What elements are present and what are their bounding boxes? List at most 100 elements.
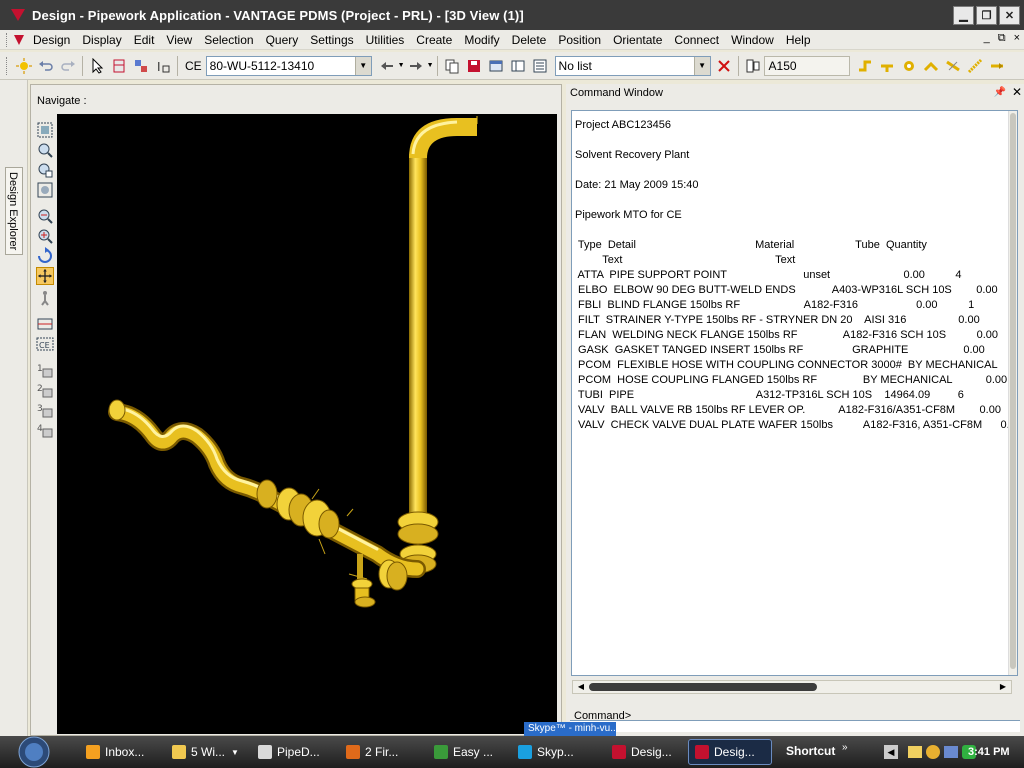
zoom-out-icon[interactable] xyxy=(36,207,54,225)
pipe-tool-icon[interactable] xyxy=(856,57,874,75)
clear-list-icon[interactable] xyxy=(715,57,733,75)
zoom-window-icon[interactable] xyxy=(36,161,54,179)
menu-help[interactable]: Help xyxy=(780,30,817,50)
zoom-icon[interactable] xyxy=(36,141,54,159)
menu-delete[interactable]: Delete xyxy=(506,30,553,50)
minimize-button[interactable]: ▁ xyxy=(953,6,974,25)
scroll-thumb[interactable] xyxy=(589,683,817,691)
copy-icon[interactable] xyxy=(443,57,461,75)
shortcut-toolbar[interactable]: Shortcut xyxy=(786,744,835,758)
save-icon[interactable] xyxy=(465,57,483,75)
menu-view[interactable]: View xyxy=(160,30,198,50)
app-icon xyxy=(172,745,186,759)
3d-viewport[interactable] xyxy=(57,114,557,734)
list-icon[interactable] xyxy=(531,57,549,75)
menu-create[interactable]: Create xyxy=(410,30,458,50)
chevron-down-icon[interactable]: ▼ xyxy=(693,56,710,75)
taskbar-task-label: Skyp... xyxy=(537,745,574,759)
flow-tool-icon[interactable] xyxy=(988,57,1006,75)
spec-field[interactable]: A150 xyxy=(763,55,850,76)
spec-icon[interactable] xyxy=(744,57,762,75)
vertical-scrollbar[interactable] xyxy=(1008,111,1017,675)
pan-icon[interactable] xyxy=(36,267,54,285)
limits-icon[interactable] xyxy=(36,315,54,333)
command-line: Command> xyxy=(566,706,1024,736)
command-input[interactable] xyxy=(570,720,1020,732)
sun-icon[interactable] xyxy=(15,57,33,75)
text-tool-icon[interactable]: I xyxy=(154,57,172,75)
panel-icon[interactable] xyxy=(509,57,527,75)
toolbar-grip[interactable] xyxy=(6,32,9,47)
menu-utilities[interactable]: Utilities xyxy=(360,30,411,50)
back-arrow-icon[interactable] xyxy=(378,57,396,75)
horizontal-scrollbar[interactable]: ◀ ▶ xyxy=(572,680,1012,694)
taskbar-task[interactable]: 5 Wi... ▼ xyxy=(166,739,248,765)
scroll-left-icon[interactable]: ◀ xyxy=(575,681,587,693)
command-output-line: Type Detail Material Tube Quantity xyxy=(575,239,927,251)
ce-limits-icon[interactable]: CE xyxy=(36,335,54,353)
taskbar-task[interactable]: Easy ... xyxy=(428,739,508,765)
saved-view-3-icon[interactable]: 3 xyxy=(36,401,54,419)
ce-value: 80-WU-5112-13410 xyxy=(209,58,315,73)
taskbar-task[interactable]: Desig... xyxy=(606,739,684,765)
menu-design[interactable]: Design xyxy=(27,30,76,50)
model-icon[interactable] xyxy=(132,57,150,75)
saved-view-2-icon[interactable]: 2 xyxy=(36,381,54,399)
forward-arrow-icon[interactable] xyxy=(407,57,425,75)
walk-icon[interactable] xyxy=(36,289,54,307)
restore-button[interactable]: ❐ xyxy=(976,6,997,25)
select-icon[interactable] xyxy=(110,57,128,75)
window-icon[interactable] xyxy=(487,57,505,75)
taskbar-task[interactable]: Skyp... xyxy=(512,739,602,765)
chevron-down-icon[interactable]: ▼ xyxy=(354,56,371,75)
pointer-icon[interactable] xyxy=(88,57,106,75)
menu-settings[interactable]: Settings xyxy=(304,30,359,50)
taskbar-task[interactable]: PipeD... xyxy=(252,739,336,765)
saved-view-1-icon[interactable]: 1 xyxy=(36,361,54,379)
zoom-selection-icon[interactable] xyxy=(36,181,54,199)
rotate-icon[interactable] xyxy=(36,247,54,265)
zoom-extents-icon[interactable] xyxy=(36,121,54,139)
route-tool-icon[interactable] xyxy=(966,57,984,75)
redo-icon[interactable] xyxy=(59,57,77,75)
disconnect-tool-icon[interactable] xyxy=(944,57,962,75)
menu-position[interactable]: Position xyxy=(552,30,607,50)
menu-display[interactable]: Display xyxy=(76,30,127,50)
connect-tool-icon[interactable] xyxy=(922,57,940,75)
start-button[interactable] xyxy=(12,736,56,768)
mdi-close-button[interactable]: × xyxy=(1014,32,1020,45)
taskbar-task[interactable]: 2 Fir... xyxy=(340,739,424,765)
chevron-down-icon[interactable]: ▼ xyxy=(231,748,239,757)
chevron-right-icon[interactable]: » xyxy=(842,742,848,753)
mail-icon[interactable] xyxy=(908,746,922,758)
network-icon[interactable] xyxy=(944,746,958,758)
taskbar-task[interactable]: Desig... xyxy=(688,739,772,765)
zoom-in-icon[interactable] xyxy=(36,227,54,245)
list-combo[interactable]: No list ▼ xyxy=(554,55,711,76)
taskbar: Inbox... 5 Wi... ▼ PipeD... 2 Fir... Easy ...… xyxy=(0,736,1024,768)
toolbar-grip[interactable] xyxy=(6,56,9,75)
tray-expand-icon[interactable]: ◀ xyxy=(884,745,898,759)
undo-icon[interactable] xyxy=(37,57,55,75)
messenger-icon[interactable] xyxy=(926,745,940,759)
pin-icon[interactable]: 📌 xyxy=(994,87,1006,98)
mdi-minimize-button[interactable]: _ xyxy=(984,32,990,45)
taskbar-task[interactable]: Inbox... xyxy=(80,739,160,765)
close-icon[interactable]: ✕ xyxy=(1012,85,1022,99)
component-tool-icon[interactable] xyxy=(900,57,918,75)
menu-query[interactable]: Query xyxy=(260,30,305,50)
command-output[interactable]: Project ABC123456 Solvent Recovery Plant D… xyxy=(571,110,1018,676)
branch-tool-icon[interactable] xyxy=(878,57,896,75)
menu-edit[interactable]: Edit xyxy=(128,30,161,50)
menu-window[interactable]: Window xyxy=(725,30,780,50)
ce-combo[interactable]: 80-WU-5112-13410 ▼ xyxy=(205,55,372,76)
close-button[interactable]: ✕ xyxy=(999,6,1020,25)
menu-connect[interactable]: Connect xyxy=(668,30,725,50)
saved-view-4-icon[interactable]: 4 xyxy=(36,421,54,439)
menu-selection[interactable]: Selection xyxy=(198,30,259,50)
app-menu-icon[interactable] xyxy=(13,34,25,46)
mdi-restore-button[interactable]: ⧉ xyxy=(998,32,1006,45)
menu-orientate[interactable]: Orientate xyxy=(607,30,668,50)
menu-modify[interactable]: Modify xyxy=(458,30,505,50)
scroll-right-icon[interactable]: ▶ xyxy=(997,681,1009,693)
